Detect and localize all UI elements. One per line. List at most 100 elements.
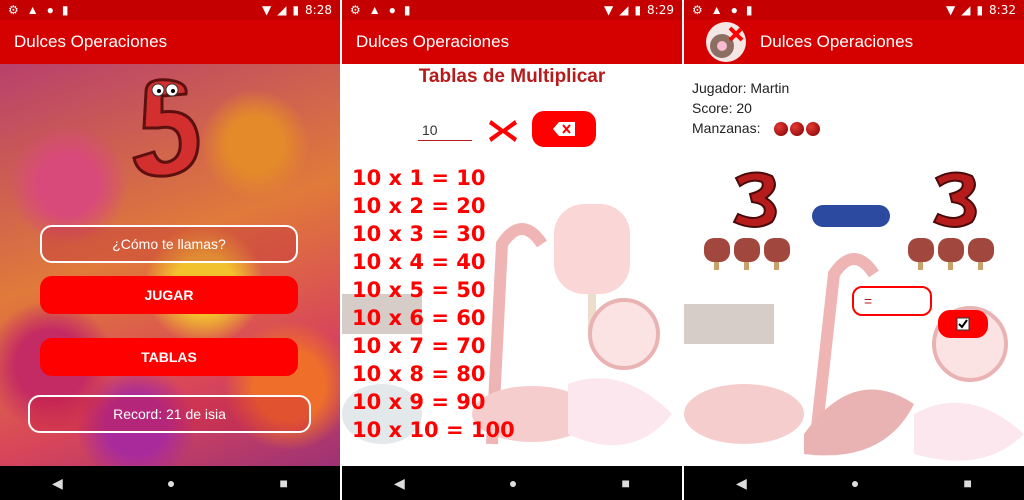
table-cell: 7 (409, 334, 432, 358)
table-cell: 10 (456, 166, 486, 190)
apple-icon (790, 122, 805, 137)
table-row: 10 x 6 = 60 (352, 304, 515, 332)
table-cell: x (388, 418, 410, 442)
table-cell: 10 (409, 418, 446, 442)
home-icon[interactable]: ● (851, 475, 859, 491)
wifi-icon: ▼ (261, 3, 272, 17)
table-cell: 10 (352, 334, 389, 358)
table-number-input[interactable] (418, 120, 472, 141)
table-cell: 20 (456, 194, 486, 218)
status-bar: ⚙ ▲ ● ▮ ▼ ◢ ▮ 8:32 (684, 0, 1024, 20)
score-text: Score: 20 (692, 100, 752, 116)
clear-button[interactable] (532, 111, 596, 147)
popsicle-group-right (908, 238, 994, 270)
submit-button[interactable] (938, 310, 988, 338)
table-cell: 80 (456, 362, 486, 386)
back-icon[interactable]: ◀ (736, 475, 747, 492)
table-cell: = (431, 222, 457, 246)
page-title: Tablas de Multiplicar (418, 66, 606, 87)
table-cell: 10 (352, 222, 389, 246)
table-cell: 100 (470, 418, 515, 442)
table-cell: x (388, 166, 410, 190)
phone-screen-game: ⚙ ▲ ● ▮ ▼ ◢ ▮ 8:32 Dulces Operaciones Ju… (684, 0, 1024, 500)
app-logo-avatar (706, 22, 746, 62)
home-icon[interactable]: ● (509, 475, 517, 491)
table-cell: x (388, 250, 410, 274)
apple-icon (774, 122, 789, 137)
table-cell: 40 (456, 250, 486, 274)
table-cell: 8 (409, 362, 432, 386)
recents-icon[interactable]: ■ (279, 475, 287, 491)
table-cell: = (431, 194, 457, 218)
battery-icon: ▮ (976, 3, 984, 17)
table-cell: = (431, 166, 457, 190)
table-cell: 3 (409, 222, 432, 246)
recents-icon[interactable]: ■ (621, 475, 629, 491)
table-cell: 10 (352, 278, 389, 302)
answer-input[interactable] (852, 286, 932, 316)
candy-logo-icon (710, 26, 744, 58)
checkbox-icon (956, 317, 970, 331)
phone-screen-tables: ⚙ ▲ ● ▮ ▼ ◢ ▮ 8:29 Dulces Operaciones Ta… (342, 0, 682, 500)
backspace-icon (553, 122, 575, 136)
table-cell: 10 (352, 362, 389, 386)
settings-icon: ⚙ (692, 3, 703, 17)
table-row: 10 x 1 = 10 (352, 164, 515, 192)
table-cell: = (431, 306, 457, 330)
table-cell: 10 (352, 250, 389, 274)
table-row: 10 x 4 = 40 (352, 248, 515, 276)
sdcard-icon: ▮ (745, 3, 753, 17)
status-bar: ⚙ ▲ ● ▮ ▼ ◢ ▮ 8:29 (342, 0, 682, 20)
back-icon[interactable]: ◀ (394, 475, 405, 492)
signal-icon: ◢ (961, 3, 971, 17)
player-info: Jugador: Martin Score: 20 Manzanas: (692, 78, 821, 138)
battery-icon: ▮ (292, 3, 300, 17)
phone-screen-login: ⚙ ▲ ● ▮ ▼ ◢ ▮ 8:28 Dulces Operaciones JU… (0, 0, 340, 500)
android-icon: ▲ (710, 3, 723, 17)
table-cell: 50 (456, 278, 486, 302)
table-cell: x (388, 222, 410, 246)
status-time: 8:29 (647, 3, 674, 17)
table-row: 10 x 8 = 80 (352, 360, 515, 388)
navigation-bar: ◀ ● ■ (684, 466, 1024, 500)
table-row: 10 x 5 = 50 (352, 276, 515, 304)
operator-slot (812, 205, 890, 227)
table-cell: 5 (409, 278, 432, 302)
status-time: 8:32 (989, 3, 1016, 17)
tables-button[interactable]: TABLAS (40, 338, 298, 376)
table-cell: 1 (409, 166, 432, 190)
popsicle-group-left (704, 238, 790, 270)
table-cell: = (431, 278, 457, 302)
record-icon: ● (388, 3, 396, 17)
settings-icon: ⚙ (8, 3, 19, 17)
table-cell: x (388, 194, 410, 218)
app-title: Dulces Operaciones (342, 20, 682, 64)
home-icon[interactable]: ● (167, 475, 175, 491)
table-cell: 60 (456, 306, 486, 330)
signal-icon: ◢ (277, 3, 287, 17)
settings-icon: ⚙ (350, 3, 361, 17)
multiply-icon (489, 120, 517, 142)
table-row: 10 x 3 = 30 (352, 220, 515, 248)
table-cell: 4 (409, 250, 432, 274)
android-icon: ▲ (368, 3, 381, 17)
android-icon: ▲ (26, 3, 39, 17)
table-cell: x (388, 278, 410, 302)
name-input[interactable] (40, 225, 298, 263)
table-row: 10 x 10 = 100 (352, 416, 515, 444)
navigation-bar: ◀ ● ■ (0, 466, 340, 500)
apples-counter (774, 122, 821, 137)
table-cell: = (431, 390, 457, 414)
back-icon[interactable]: ◀ (52, 475, 63, 492)
recents-icon[interactable]: ■ (963, 475, 971, 491)
battery-icon: ▮ (634, 3, 642, 17)
wifi-icon: ▼ (945, 3, 956, 17)
play-button[interactable]: JUGAR (40, 276, 298, 314)
sdcard-icon: ▮ (61, 3, 69, 17)
apples-label: Manzanas: (692, 120, 761, 136)
table-cell: 10 (352, 194, 389, 218)
table-cell: = (445, 418, 471, 442)
wifi-icon: ▼ (603, 3, 614, 17)
number-three-candy-icon (932, 171, 977, 228)
table-cell: 70 (456, 334, 486, 358)
